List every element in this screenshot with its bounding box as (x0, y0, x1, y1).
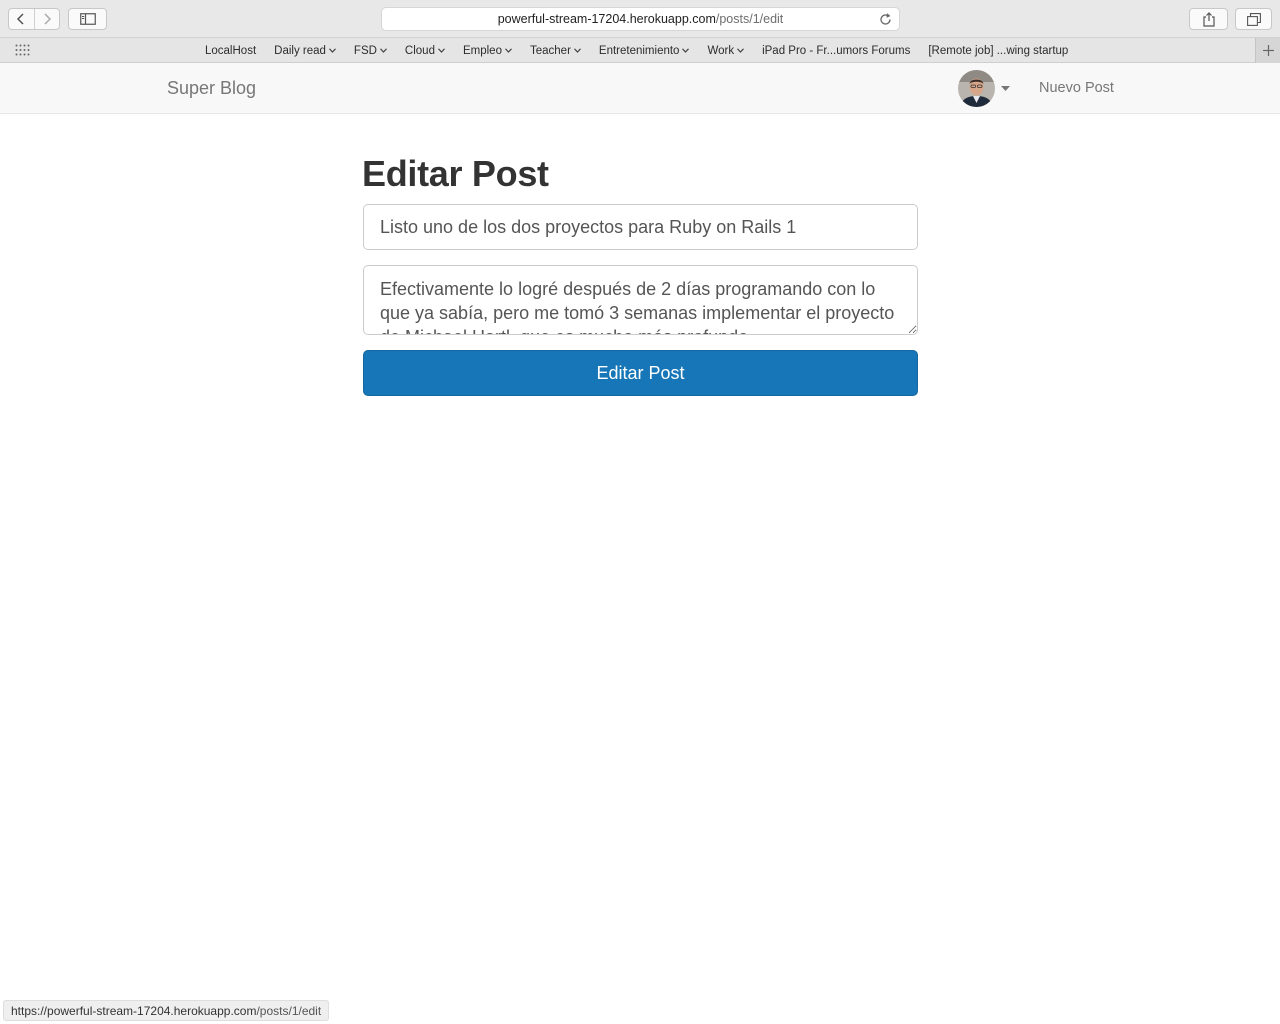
chevron-down-icon (505, 48, 512, 53)
app-navbar: Super Blog Nuevo Post (0, 63, 1280, 114)
bookmark-label: LocalHost (205, 44, 257, 57)
status-path: /posts/1/edit (256, 1003, 322, 1018)
bookmark-label: [Remote job] ...wing startup (928, 44, 1069, 57)
chevron-down-icon (379, 48, 387, 53)
chevron-down-icon (328, 48, 336, 53)
sidebar-toggle-button[interactable] (68, 8, 107, 30)
tabs-icon (1246, 12, 1261, 26)
back-button[interactable] (9, 9, 34, 29)
bookmarks-bar: LocalHost Daily read FSD Cloud Empleo Teacher… (0, 38, 1280, 63)
bookmark-label: FSD (353, 44, 377, 57)
user-avatar[interactable] (958, 70, 995, 107)
chevron-down-icon (438, 48, 445, 53)
bookmark-label: Entretenimiento (598, 44, 680, 57)
post-body-textarea[interactable]: Efectivamente lo logré después de 2 días… (363, 265, 918, 335)
bookmark-label: Work (707, 44, 735, 57)
sidebar-icon (79, 13, 96, 25)
link-status-bar: https://powerful-stream-17204.herokuapp.… (3, 1000, 330, 1021)
bookmark-label: iPad Pro - Fr...umors Forums (762, 44, 911, 57)
share-icon (1202, 11, 1215, 27)
show-tabs-button[interactable] (1235, 8, 1272, 30)
address-bar[interactable]: powerful-stream-17204.herokuapp.com/post… (381, 7, 900, 31)
apps-grid-icon[interactable] (15, 44, 31, 56)
page-title: Editar Post (362, 153, 549, 194)
url-domain: powerful-stream-17204.herokuapp.com (497, 12, 716, 26)
chevron-right-icon (44, 13, 51, 25)
brand-link[interactable]: Super Blog (167, 78, 256, 99)
share-button[interactable] (1189, 8, 1228, 30)
chevron-down-icon (682, 48, 690, 53)
forward-button[interactable] (33, 9, 60, 29)
plus-icon (1262, 45, 1274, 56)
bookmark-item[interactable]: Teacher (521, 45, 590, 57)
history-nav (8, 8, 60, 30)
edit-post-button[interactable]: Editar Post (363, 350, 918, 396)
bookmark-item[interactable]: iPad Pro - Fr...umors Forums (753, 45, 919, 57)
bookmark-item[interactable]: Cloud (396, 45, 454, 57)
caret-down-icon[interactable] (1001, 86, 1010, 91)
bookmarks-list: LocalHost Daily read FSD Cloud Empleo Teacher… (196, 38, 1077, 63)
bookmark-item[interactable]: FSD (345, 45, 396, 57)
bookmark-item[interactable]: Daily read (265, 45, 345, 57)
bookmark-item[interactable]: Entretenimiento (590, 45, 699, 57)
url-path: /posts/1/edit (715, 12, 784, 26)
bookmark-label: Daily read (274, 44, 326, 57)
bookmark-label: Cloud (404, 44, 435, 57)
bookmark-item[interactable]: [Remote job] ...wing startup (919, 45, 1077, 57)
chevron-down-icon (573, 48, 581, 53)
bookmark-label: Empleo (462, 44, 502, 57)
post-title-input[interactable] (363, 204, 918, 250)
bookmark-item[interactable]: Empleo (454, 45, 521, 57)
bookmark-item[interactable]: LocalHost (196, 45, 265, 57)
chevron-down-icon (737, 48, 745, 53)
browser-toolbar: powerful-stream-17204.herokuapp.com/post… (0, 0, 1280, 38)
new-post-link[interactable]: Nuevo Post (1039, 80, 1114, 96)
add-bookmark-button[interactable] (1255, 38, 1280, 63)
bookmark-label: Teacher (529, 44, 571, 57)
reload-icon[interactable] (878, 12, 893, 27)
avatar-image (958, 70, 995, 107)
chevron-left-icon (17, 13, 24, 25)
bookmark-item[interactable]: Work (698, 45, 753, 57)
status-domain: https://powerful-stream-17204.herokuapp.… (11, 1003, 257, 1018)
